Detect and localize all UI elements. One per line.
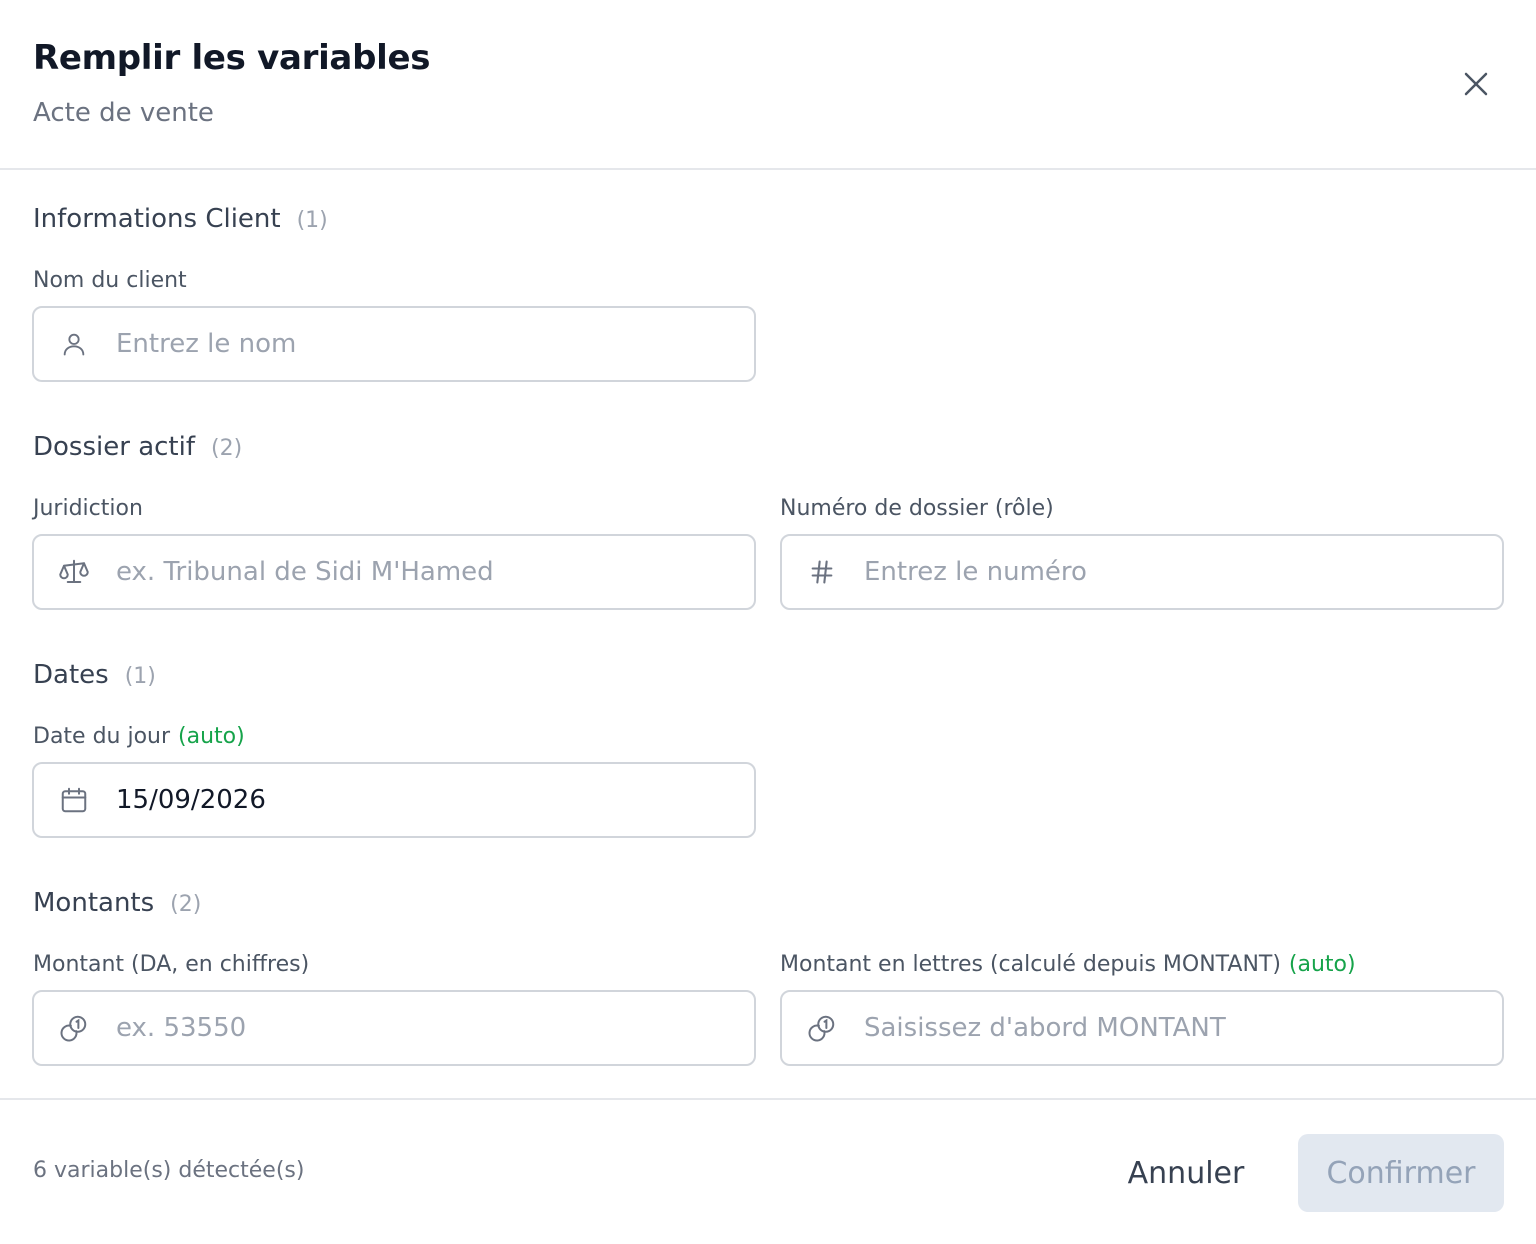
montant-input[interactable] bbox=[112, 998, 732, 1058]
variables-detected-count: 6 variable(s) détectée(s) bbox=[33, 1158, 305, 1183]
section-heading: Montants bbox=[33, 888, 155, 918]
close-icon bbox=[1464, 72, 1488, 96]
date-jour-field[interactable] bbox=[32, 762, 756, 838]
coins-icon bbox=[782, 992, 860, 1064]
section-heading: Dossier actif bbox=[33, 432, 195, 462]
dialog-header: Remplir les variables Acte de vente bbox=[0, 0, 1536, 170]
section-title-dossier-actif: Dossier actif (2) bbox=[33, 432, 242, 462]
coins-icon bbox=[34, 992, 112, 1064]
scale-icon bbox=[34, 536, 112, 608]
nom-client-field[interactable] bbox=[32, 306, 756, 382]
numero-dossier-input[interactable] bbox=[860, 542, 1480, 602]
nom-client-input[interactable] bbox=[112, 314, 732, 374]
section-count: (1) bbox=[124, 664, 156, 689]
montant-lettres-field[interactable] bbox=[780, 990, 1504, 1066]
field-label-juridiction: Juridiction bbox=[33, 496, 143, 521]
dialog-footer: 6 variable(s) détectée(s) Annuler Confir… bbox=[0, 1098, 1536, 1244]
juridiction-input[interactable] bbox=[112, 542, 732, 602]
field-label-nom-client: Nom du client bbox=[33, 268, 187, 293]
confirm-button[interactable]: Confirmer bbox=[1298, 1134, 1504, 1212]
field-label-montant-lettres: Montant en lettres (calculé depuis MONTA… bbox=[780, 952, 1356, 977]
label-text: Montant (DA, en chiffres) bbox=[33, 952, 310, 977]
field-label-date-jour: Date du jour (auto) bbox=[33, 724, 245, 749]
label-text: Juridiction bbox=[33, 496, 143, 521]
label-text: Nom du client bbox=[33, 268, 187, 293]
section-heading: Informations Client bbox=[33, 204, 281, 234]
calendar-icon bbox=[34, 764, 112, 836]
label-text: Date du jour bbox=[33, 724, 171, 749]
dialog-title: Remplir les variables bbox=[33, 38, 431, 78]
numero-dossier-field[interactable] bbox=[780, 534, 1504, 610]
section-title-dates: Dates (1) bbox=[33, 660, 156, 690]
hash-icon bbox=[782, 536, 860, 608]
label-text: Montant en lettres (calculé depuis MONTA… bbox=[780, 952, 1281, 977]
user-icon bbox=[34, 308, 112, 380]
dialog-subtitle: Acte de vente bbox=[33, 98, 214, 128]
date-jour-input[interactable] bbox=[112, 770, 732, 830]
montant-lettres-input[interactable] bbox=[860, 998, 1480, 1058]
field-label-montant: Montant (DA, en chiffres) bbox=[33, 952, 309, 977]
field-label-numero-dossier: Numéro de dossier (rôle) bbox=[780, 496, 1054, 521]
label-text: Numéro de dossier (rôle) bbox=[780, 496, 1054, 521]
section-title-montants: Montants (2) bbox=[33, 888, 201, 918]
juridiction-field[interactable] bbox=[32, 534, 756, 610]
auto-badge: (auto) bbox=[1288, 952, 1356, 977]
section-heading: Dates bbox=[33, 660, 109, 690]
section-title-informations-client: Informations Client (1) bbox=[33, 204, 328, 234]
cancel-button[interactable]: Annuler bbox=[1106, 1134, 1266, 1212]
fill-variables-dialog: Remplir les variables Acte de vente Info… bbox=[0, 0, 1536, 1244]
section-count: (2) bbox=[170, 892, 202, 917]
auto-badge: (auto) bbox=[178, 724, 245, 749]
section-count: (1) bbox=[296, 208, 328, 233]
close-button[interactable] bbox=[1452, 60, 1500, 108]
dialog-body: Informations Client (1) Nom du client Do… bbox=[0, 170, 1536, 1098]
section-count: (2) bbox=[211, 436, 243, 461]
montant-field[interactable] bbox=[32, 990, 756, 1066]
